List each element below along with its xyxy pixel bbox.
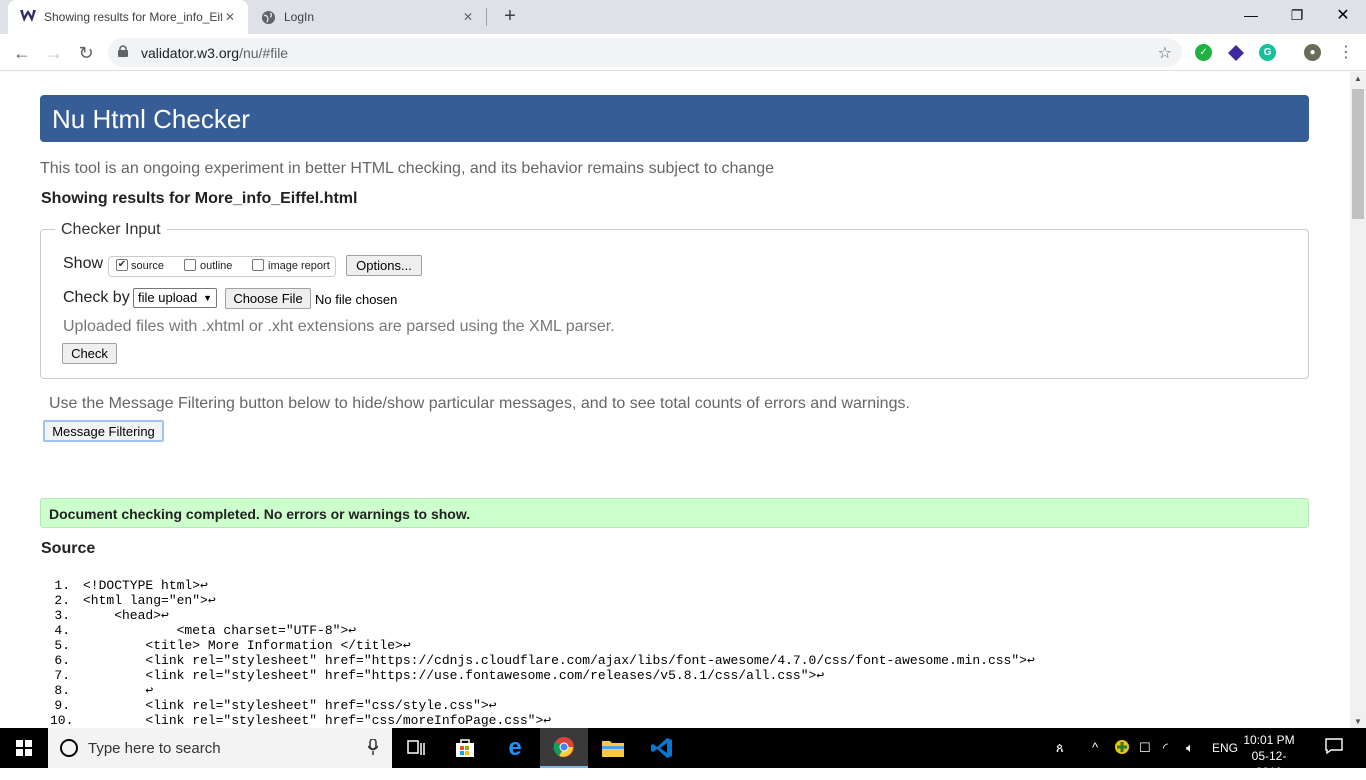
- file-status-text: No file chosen: [315, 292, 398, 307]
- tab-strip: Showing results for More_info_Eiff ✕ Log…: [0, 0, 1366, 34]
- plus-icon[interactable]: +: [499, 5, 521, 27]
- back-arrow-icon[interactable]: ←: [8, 39, 36, 67]
- tab-title: LogIn: [284, 10, 315, 24]
- options-button[interactable]: Options...: [346, 255, 422, 276]
- close-tab-icon[interactable]: ✕: [222, 9, 238, 25]
- network-adapter-icon[interactable]: ☐: [1139, 740, 1151, 756]
- globe-icon: [260, 9, 276, 25]
- scroll-down-arrow-icon[interactable]: ▼: [1354, 717, 1362, 726]
- restore-icon[interactable]: ❐: [1274, 0, 1320, 30]
- security-shield-icon[interactable]: [1114, 739, 1130, 758]
- tab-title: Showing results for More_info_Eiff: [44, 10, 222, 24]
- checker-input-fieldset: Checker Input Show ✔ source outline imag…: [40, 221, 1309, 379]
- people-icon[interactable]: ጰ: [1056, 740, 1064, 756]
- forward-arrow-icon[interactable]: →: [40, 39, 68, 67]
- page-title: Nu Html Checker: [52, 104, 250, 134]
- check-extension-icon[interactable]: ✓: [1195, 44, 1212, 61]
- source-label: source: [131, 260, 165, 272]
- check-by-label: Check by: [63, 289, 130, 306]
- tab-validator[interactable]: Showing results for More_info_Eiff ✕: [8, 0, 248, 34]
- system-clock[interactable]: 10:01 PM 05-12-2019: [1240, 732, 1298, 780]
- check-button[interactable]: Check: [62, 343, 117, 364]
- chevron-up-icon[interactable]: ^: [1092, 740, 1098, 755]
- windows-taskbar: Type here to search e ጰ ^ ☐ ◜ 🔈︎ ENG 10:…: [0, 728, 1366, 779]
- close-tab-icon[interactable]: ✕: [460, 9, 476, 25]
- taskbar-search-box[interactable]: Type here to search: [48, 728, 392, 768]
- xml-parser-hint: Uploaded files with .xhtml or .xht exten…: [63, 318, 615, 335]
- lock-icon: [118, 45, 128, 60]
- speaker-icon[interactable]: 🔈︎: [1186, 740, 1194, 756]
- message-filtering-button[interactable]: Message Filtering: [43, 420, 164, 442]
- chrome-icon[interactable]: [540, 728, 588, 768]
- clock-time: 10:01 PM: [1243, 733, 1295, 747]
- page-viewport: Nu Html Checker This tool is an ongoing …: [0, 72, 1350, 728]
- search-placeholder: Type here to search: [88, 739, 221, 757]
- check-by-select[interactable]: file upload ▼: [133, 288, 217, 308]
- bookmark-star-icon[interactable]: ☆: [1158, 43, 1172, 63]
- cube-extension-icon[interactable]: [1227, 44, 1244, 61]
- close-window-icon[interactable]: ✕: [1320, 0, 1366, 30]
- cortana-circle-icon: [60, 739, 78, 757]
- lede-text: This tool is an ongoing experiment in be…: [40, 160, 775, 177]
- page-banner: Nu Html Checker: [40, 95, 1309, 142]
- scroll-up-arrow-icon[interactable]: ▲: [1354, 74, 1362, 83]
- store-icon[interactable]: [441, 728, 489, 768]
- task-view-icon[interactable]: [392, 728, 440, 768]
- edge-browser-icon[interactable]: e: [491, 728, 539, 768]
- scrollbar-thumb[interactable]: [1352, 89, 1364, 219]
- wifi-icon[interactable]: ◜: [1163, 740, 1168, 756]
- clock-date: 05-12-2019: [1251, 749, 1287, 779]
- more-menu-icon[interactable]: ⋮: [1336, 42, 1356, 62]
- windows-start-icon[interactable]: [0, 728, 48, 768]
- filter-hint-text: Use the Message Filtering button below t…: [49, 395, 910, 412]
- chevron-down-icon: ▼: [203, 293, 212, 303]
- tab-divider: [486, 8, 487, 26]
- choose-file-button[interactable]: Choose File: [225, 288, 311, 309]
- tab-login[interactable]: LogIn ✕: [248, 0, 486, 34]
- language-indicator[interactable]: ENG: [1212, 741, 1238, 755]
- w3c-favicon-icon: [20, 9, 36, 25]
- show-options-group: ✔ source outline image report: [108, 256, 336, 277]
- results-heading: Showing results for More_info_Eiffel.htm…: [41, 190, 358, 207]
- vscode-icon[interactable]: [638, 728, 686, 768]
- image-report-label: image report: [268, 260, 330, 272]
- outline-checkbox[interactable]: [184, 259, 196, 271]
- address-bar[interactable]: validator.w3.org/nu/#file ☆: [108, 38, 1182, 67]
- url-text: validator.w3.org/nu/#file: [141, 45, 289, 61]
- show-label: Show: [63, 255, 104, 272]
- file-explorer-icon[interactable]: [589, 728, 637, 768]
- microphone-icon[interactable]: [367, 738, 379, 759]
- grammarly-extension-icon[interactable]: G: [1259, 44, 1276, 61]
- profile-avatar-icon[interactable]: ●: [1304, 44, 1321, 61]
- success-message: Document checking completed. No errors o…: [40, 498, 1309, 528]
- notification-center-icon[interactable]: [1325, 738, 1343, 759]
- success-text: Document checking completed. No errors o…: [49, 506, 471, 522]
- source-heading: Source: [41, 540, 96, 557]
- browser-toolbar: ← → ↻ validator.w3.org/nu/#file ☆ ✓ G ● …: [0, 34, 1366, 71]
- minimize-icon[interactable]: —: [1228, 0, 1274, 30]
- reload-icon[interactable]: ↻: [72, 39, 100, 67]
- fieldset-legend: Checker Input: [55, 221, 167, 239]
- outline-label: outline: [200, 260, 233, 272]
- page-scrollbar[interactable]: ▲ ▼: [1350, 72, 1366, 728]
- image-report-checkbox[interactable]: [252, 259, 264, 271]
- source-checkbox[interactable]: ✔: [116, 259, 128, 271]
